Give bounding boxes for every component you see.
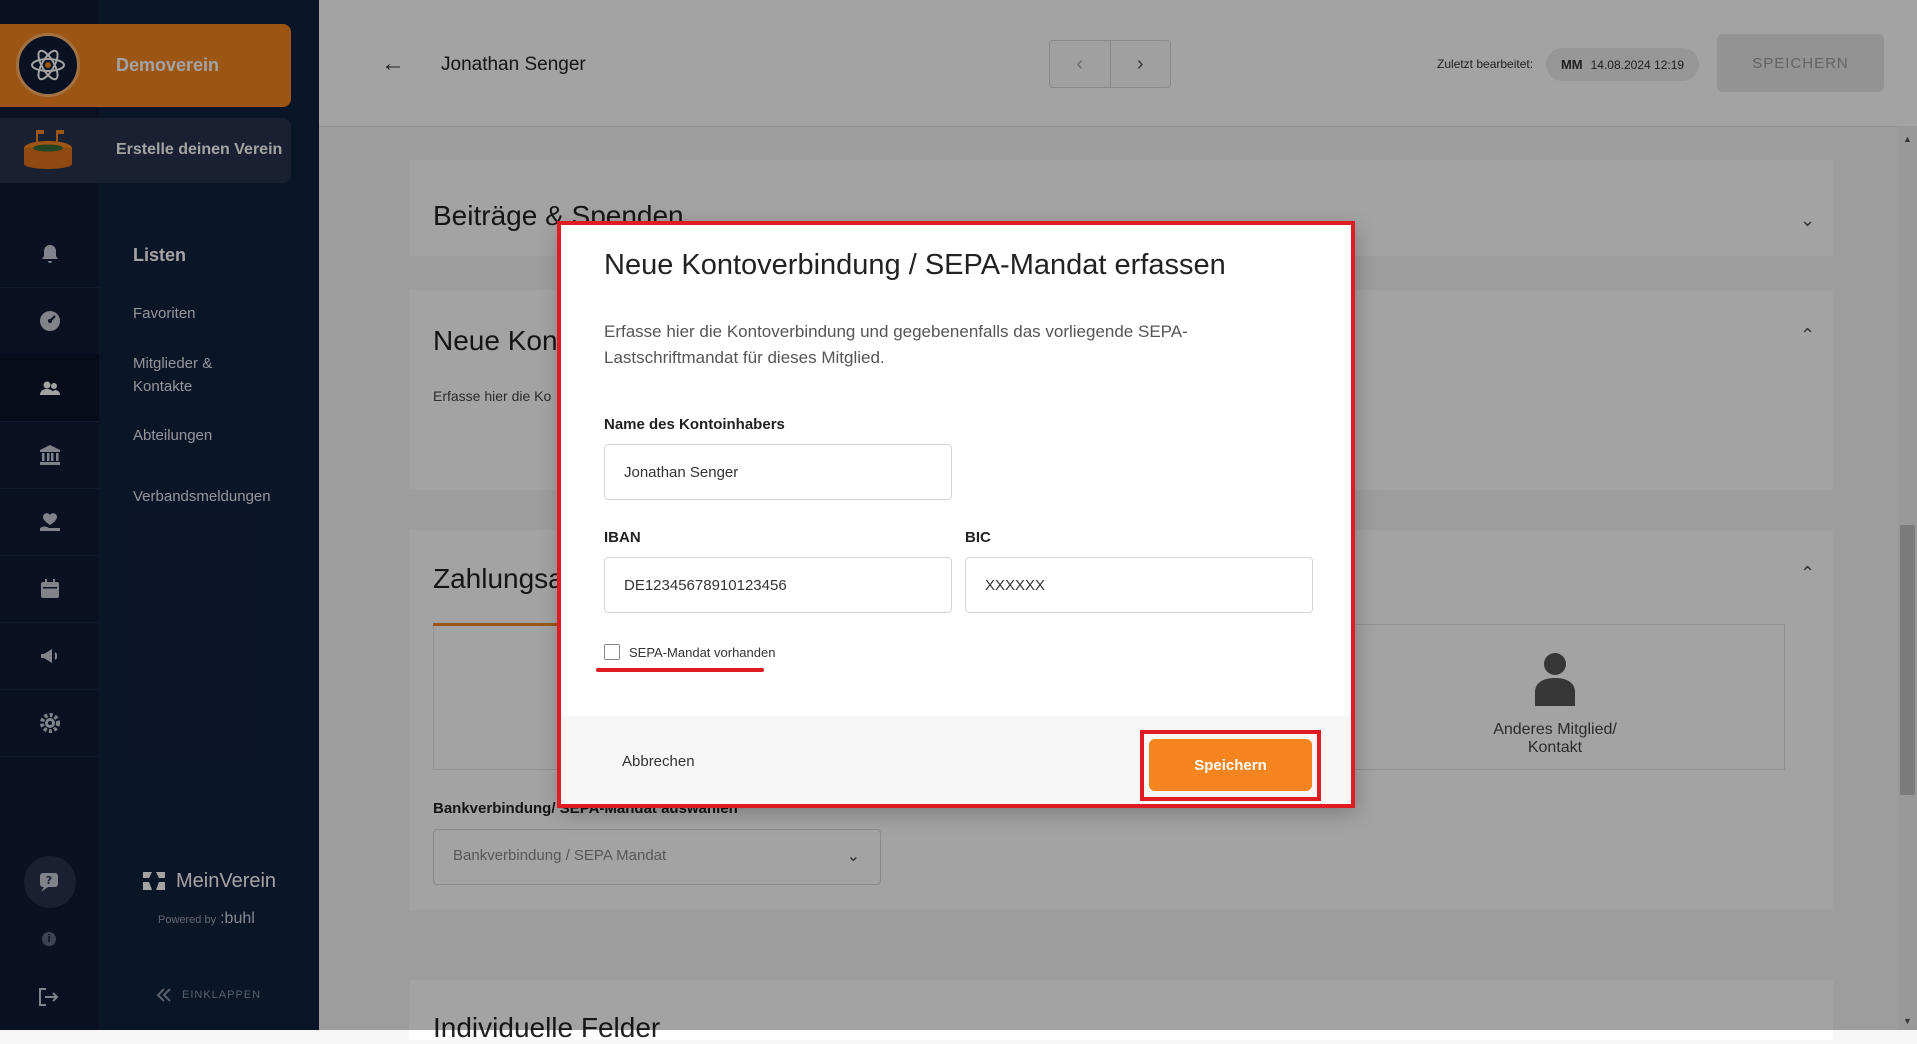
sepa-mandate-checkbox-row[interactable]: SEPA-Mandat vorhanden (604, 644, 775, 660)
dialog-intro: Erfasse hier die Kontoverbindung und geg… (604, 322, 1188, 367)
iban-input[interactable]: DE12345678910123456 (604, 557, 952, 613)
bic-input[interactable]: XXXXXX (965, 557, 1313, 613)
iban-value: DE12345678910123456 (624, 576, 787, 594)
holder-label: Name des Kontoinhabers (604, 416, 785, 433)
sepa-mandate-checkbox[interactable] (604, 644, 620, 660)
bic-label: BIC (965, 529, 991, 546)
sepa-mandate-label[interactable]: SEPA-Mandat vorhanden (629, 645, 775, 660)
bic-value: XXXXXX (985, 576, 1046, 594)
save-button[interactable]: Speichern (1149, 739, 1312, 791)
dialog-title: Neue Kontoverbindung / SEPA-Mandat erfas… (604, 249, 1226, 281)
iban-label: IBAN (604, 529, 641, 546)
sepa-mandate-dialog: Neue Kontoverbindung / SEPA-Mandat erfas… (561, 225, 1355, 808)
cancel-button[interactable]: Abbrechen (622, 753, 695, 770)
account-holder-input[interactable]: Jonathan Senger (604, 444, 952, 500)
dialog-footer: Abbrechen Speichern (561, 716, 1355, 808)
account-holder-value: Jonathan Senger (624, 463, 739, 481)
highlight-underline (596, 668, 764, 672)
